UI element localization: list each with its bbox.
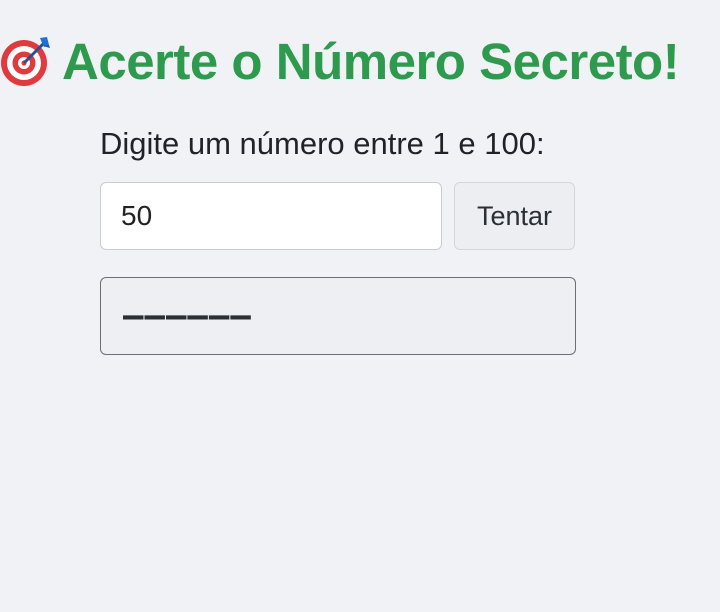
guess-game-page: Acerte o Número Secreto! Digite um númer…	[0, 0, 720, 612]
guess-prompt-label: Digite um número entre 1 e 100:	[100, 126, 545, 161]
result-box: ––––––	[100, 277, 576, 355]
guess-number-input[interactable]	[100, 182, 442, 250]
target-dart-icon	[0, 35, 52, 87]
page-title: Acerte o Número Secreto!	[62, 32, 680, 90]
result-text: ––––––	[123, 296, 252, 336]
try-button[interactable]: Tentar	[454, 182, 575, 250]
header: Acerte o Número Secreto!	[0, 28, 680, 94]
